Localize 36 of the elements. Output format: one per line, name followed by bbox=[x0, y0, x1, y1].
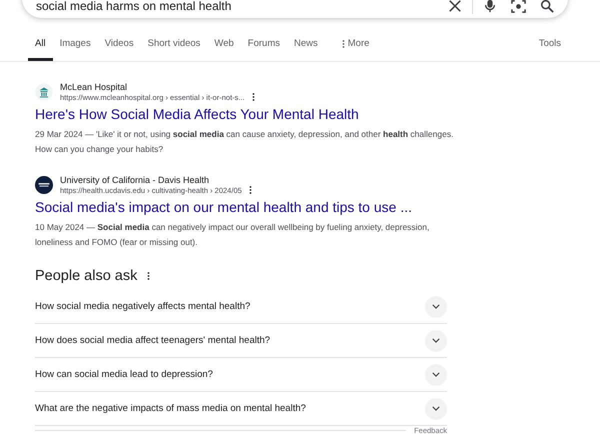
section-heading: People also ask bbox=[35, 268, 138, 284]
more-vertical-icon[interactable] bbox=[147, 271, 150, 281]
camera-lens-icon[interactable] bbox=[511, 0, 526, 14]
search-tab[interactable]: News bbox=[287, 34, 325, 61]
search-query: social media harms on mental health bbox=[36, 0, 232, 13]
search-bar[interactable]: social media harms on mental health bbox=[22, 0, 568, 18]
search-icon[interactable] bbox=[540, 0, 554, 13]
result-title-link[interactable]: Here's How Social Media Affects Your Mental Health bbox=[35, 106, 447, 122]
question-row[interactable]: How social media negatively affects mental health? bbox=[35, 290, 447, 324]
building-icon bbox=[35, 83, 53, 101]
more-vertical-icon[interactable] bbox=[252, 92, 255, 102]
search-tab[interactable]: Web bbox=[207, 34, 241, 61]
search-tab[interactable]: Short videos bbox=[140, 34, 208, 61]
result-snippet: 10 May 2024 — Social media can negatively impact our overall wellbeing by fueling anxiety, depression, loneliness and FOMO (fear or missing out). bbox=[35, 221, 430, 249]
more-vertical-icon bbox=[342, 38, 345, 48]
search-tab[interactable]: Images bbox=[52, 34, 98, 61]
result-snippet: 29 Mar 2024 — 'Like' it or not, using social media can cause anxiety, depression, and other health challenges. How can you change your habits? bbox=[35, 128, 454, 156]
site-name: University of California - Davis Health bbox=[60, 175, 210, 185]
search-tab[interactable]: Videos bbox=[98, 34, 141, 61]
search-tab[interactable]: More bbox=[334, 34, 376, 61]
search-tab[interactable]: All bbox=[28, 34, 53, 61]
university-logo-icon bbox=[35, 176, 53, 194]
site-name: McLean Hospital bbox=[60, 82, 128, 92]
search-tab[interactable]: Forums bbox=[240, 34, 287, 61]
question-row[interactable]: What are the negative impacts of mass media on mental health? bbox=[35, 392, 447, 426]
question-row[interactable]: How does social media affect teenagers' mental health? bbox=[35, 324, 447, 358]
tools-link[interactable]: Tools bbox=[538, 38, 561, 61]
question-text: What are the negative impacts of mass media on mental health? bbox=[35, 403, 306, 414]
question-row[interactable]: How can social media lead to depression? bbox=[35, 358, 447, 392]
question-text: How does social media affect teenagers' mental health? bbox=[35, 335, 270, 346]
question-text: How can social media lead to depression? bbox=[35, 369, 213, 380]
result-title-link[interactable]: Social media's impact on our mental health and tips to use ... bbox=[35, 199, 447, 215]
more-vertical-icon[interactable] bbox=[248, 185, 252, 195]
microphone-icon[interactable] bbox=[483, 0, 497, 14]
question-text: How social media negatively affects mental health? bbox=[35, 301, 250, 312]
close-icon[interactable] bbox=[448, 0, 462, 13]
